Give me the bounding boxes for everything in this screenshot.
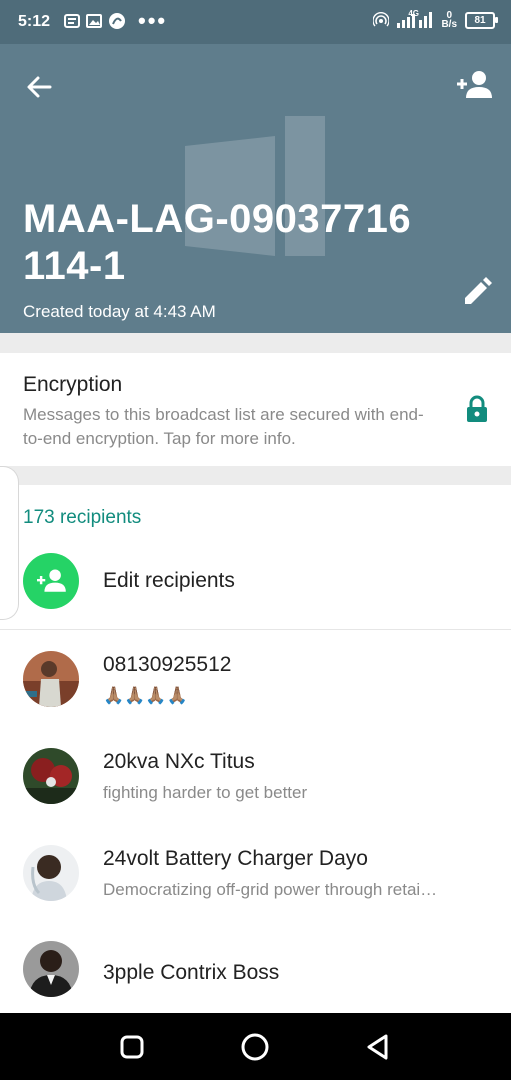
more-notifications-icon: ••• — [138, 8, 168, 33]
recent-apps-icon[interactable] — [116, 1031, 148, 1063]
contact-name: 08130925512 — [103, 653, 232, 676]
gallery-icon — [86, 14, 102, 28]
contact-status: 🙏🏽🙏🏽🙏🏽🙏🏽 — [103, 686, 188, 705]
data-speed: 0 B/s — [441, 11, 457, 30]
contact-row[interactable]: 3pple Contrix Boss — [0, 923, 511, 1019]
encryption-title: Encryption — [23, 373, 123, 396]
contact-row[interactable]: 24volt Battery Charger Dayo Democratizin… — [0, 827, 511, 923]
edit-recipients-label: Edit recipients — [103, 569, 235, 592]
encryption-description: Messages to this broadcast list are secu… — [23, 405, 424, 448]
contact-row[interactable]: 08130925512 🙏🏽🙏🏽🙏🏽🙏🏽 — [0, 633, 511, 729]
contact-name: 24volt Battery Charger Dayo — [103, 847, 368, 870]
recipients-count: 173 recipients — [23, 507, 142, 528]
page-title: MAA-LAG-09037716 114-1 — [23, 197, 412, 288]
divider — [0, 629, 511, 630]
edit-pencil-icon[interactable] — [461, 276, 493, 308]
created-date: Created today at 4:43 AM — [23, 302, 216, 321]
status-bar: 5:12 ••• 4G 0 B/s 81 — [0, 0, 511, 44]
contact-name: 20kva NXc Titus — [103, 750, 255, 773]
speed-unit: B/s — [441, 19, 457, 30]
back-arrow-icon[interactable] — [22, 70, 56, 104]
notification-icons — [64, 12, 126, 30]
avatar — [23, 651, 79, 707]
back-nav-icon[interactable] — [362, 1031, 394, 1063]
contact-row[interactable]: 20kva NXc Titus fighting harder to get b… — [0, 730, 511, 826]
navigation-bar — [0, 1013, 511, 1080]
contact-status: Democratizing off-grid power through ret… — [103, 880, 438, 899]
battery-level: 81 — [474, 14, 486, 26]
home-icon[interactable] — [239, 1031, 271, 1063]
recipients-section: 173 recipients Edit recipients 081309255… — [0, 485, 511, 1015]
status-right: 4G 0 B/s 81 — [373, 9, 498, 30]
status-time: 5:12 — [18, 13, 51, 30]
edit-recipients-button[interactable]: Edit recipients — [0, 545, 511, 629]
contact-status: fighting harder to get better — [103, 783, 308, 802]
lock-icon — [467, 395, 487, 422]
encryption-section[interactable]: Encryption Messages to this broadcast li… — [0, 353, 511, 466]
broadcast-header: MAA-LAG-09037716 114-1 Created today at … — [0, 44, 511, 333]
side-panel-handle[interactable] — [0, 466, 19, 620]
news-icon — [64, 14, 80, 28]
avatar — [23, 748, 79, 804]
network-type: 4G — [408, 9, 419, 18]
avatar — [23, 941, 79, 997]
hotspot-icon — [373, 12, 390, 27]
add-recipient-icon[interactable] — [455, 68, 493, 102]
contact-name: 3pple Contrix Boss — [103, 961, 280, 984]
battery-icon: 81 — [465, 11, 498, 29]
add-person-icon — [23, 553, 79, 609]
avatar — [23, 845, 79, 901]
app-icon — [109, 13, 125, 29]
